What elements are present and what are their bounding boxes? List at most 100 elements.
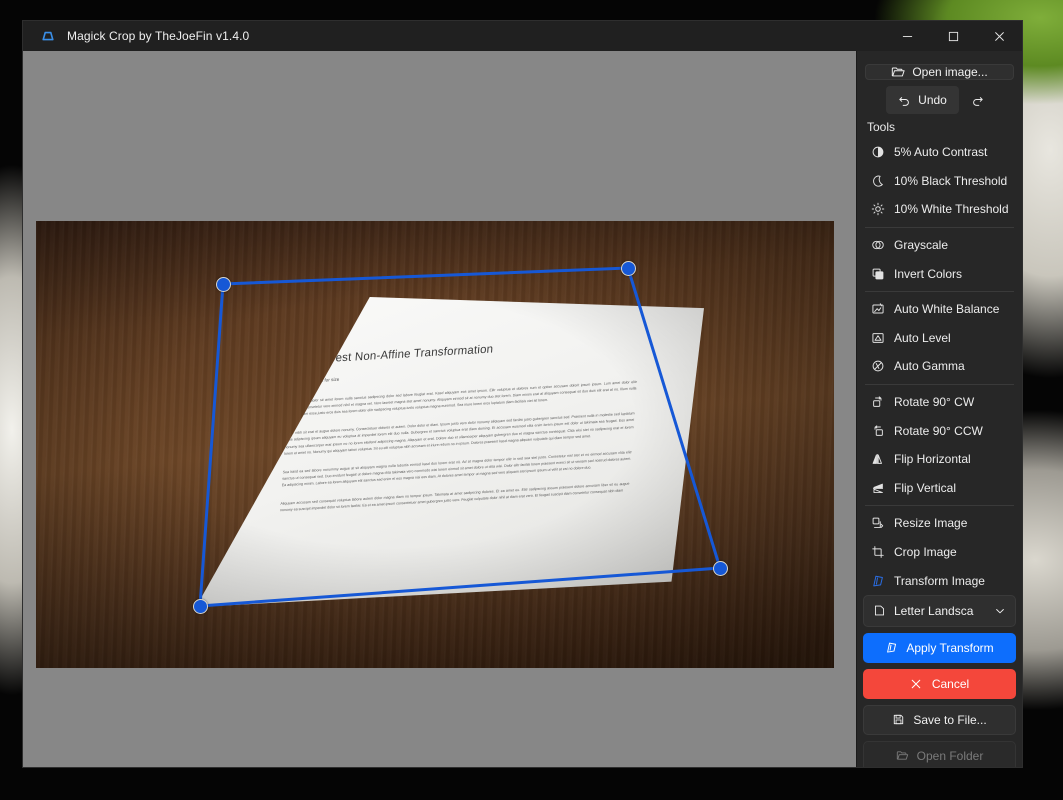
auto-gamma-icon [871, 359, 885, 373]
tools-sidebar: Open image... Undo Tools [856, 51, 1022, 767]
chevron-down-icon [994, 605, 1006, 617]
document-title: Layout Test Non-Affine Transformation [290, 333, 647, 367]
tool-item-label: Grayscale [894, 238, 948, 252]
white-balance-icon [871, 302, 885, 316]
folder-open-icon [891, 65, 905, 79]
tool-item-label: Auto Gamma [894, 359, 965, 373]
moon-icon [871, 174, 885, 188]
handle-bottom-right[interactable] [713, 561, 728, 576]
tools-list: 5% Auto Contrast 10% Black Threshold 10% W… [863, 138, 1016, 595]
handle-bottom-left[interactable] [193, 599, 208, 614]
tools-section-header: Tools [863, 118, 1016, 138]
tool-item-label: 10% White Threshold [894, 202, 1009, 216]
tool-item-rotate-90-ccw[interactable]: Rotate 90° CCW [863, 416, 1016, 445]
cancel-label: Cancel [932, 677, 969, 691]
sun-icon [871, 202, 885, 216]
document-paragraph: Lorem ipsum dolor sit amet lorem nulla s… [287, 378, 637, 418]
transform-icon [885, 641, 898, 654]
document-paragraph: Aliquyam accusam sed consequat voluptua … [280, 480, 630, 513]
tool-item-label: 10% Black Threshold [894, 174, 1007, 188]
open-image-label: Open image... [912, 65, 987, 79]
tool-divider [865, 227, 1014, 228]
grayscale-icon [871, 238, 885, 252]
document-paragraph: Dolor nibh sit erat et augue dolore nonu… [284, 410, 635, 456]
tool-item-flip-vertical[interactable]: Flip Vertical [863, 474, 1016, 503]
contrast-icon [871, 145, 885, 159]
loaded-photo[interactable]: Layout Test Non-Affine Transformation Sm… [36, 221, 834, 668]
tool-item-flip-horizontal[interactable]: Flip Horizontal [863, 445, 1016, 474]
rotate-cw-icon [871, 395, 885, 409]
tool-item-label: Crop Image [894, 545, 957, 559]
close-button[interactable] [976, 21, 1022, 51]
photographed-document: Layout Test Non-Affine Transformation Sm… [196, 297, 704, 607]
tool-item-label: Rotate 90° CW [894, 395, 974, 409]
tool-item-grayscale[interactable]: Grayscale [863, 231, 1016, 260]
bottom-actions: Letter Landsca Apply Transform [863, 595, 1016, 767]
undo-redo-row: Undo [863, 86, 1016, 114]
tool-item-resize-image[interactable]: Resize Image [863, 509, 1016, 538]
tool-item-5-auto-contrast[interactable]: 5% Auto Contrast [863, 138, 1016, 167]
tool-divider [865, 291, 1014, 292]
sun-icon [871, 202, 885, 216]
tool-item-label: Flip Horizontal [894, 452, 971, 466]
invert-colors-icon [871, 267, 885, 281]
image-canvas[interactable]: Layout Test Non-Affine Transformation Sm… [23, 51, 856, 767]
maximize-button[interactable] [930, 21, 976, 51]
tool-item-auto-gamma[interactable]: Auto Gamma [863, 352, 1016, 381]
open-image-button[interactable]: Open image... [865, 64, 1014, 80]
open-folder-button[interactable]: Open Folder [863, 741, 1016, 767]
tool-item-label: Invert Colors [894, 267, 962, 281]
tool-divider [865, 505, 1014, 506]
tool-item-auto-white-balance[interactable]: Auto White Balance [863, 295, 1016, 324]
contrast-icon [871, 145, 885, 159]
tool-item-label: Auto Level [894, 331, 951, 345]
undo-icon [898, 94, 911, 107]
white-balance-icon [871, 302, 885, 316]
title-bar[interactable]: Magick Crop by TheJoeFin v1.4.0 [23, 21, 1022, 51]
rotate-ccw-icon [871, 424, 885, 438]
document-subtitle: Smaller Text test for size [289, 359, 646, 385]
folder-icon [896, 749, 909, 762]
flip-horizontal-icon [871, 452, 885, 466]
save-disk-icon [892, 713, 905, 726]
redo-icon [971, 94, 984, 107]
redo-button[interactable] [963, 86, 993, 114]
grayscale-icon [871, 238, 885, 252]
tool-item-rotate-90-cw[interactable]: Rotate 90° CW [863, 388, 1016, 417]
auto-level-icon [871, 331, 885, 345]
open-folder-label: Open Folder [917, 749, 984, 763]
handle-top-left[interactable] [216, 277, 231, 292]
auto-gamma-icon [871, 359, 885, 373]
moon-icon [871, 174, 885, 188]
aspect-preset-select[interactable]: Letter Landsca [863, 595, 1016, 627]
document-paragraph: Sea kasd ea sed labore nonummy augue at … [282, 448, 632, 488]
apply-transform-button[interactable]: Apply Transform [863, 633, 1016, 663]
tool-item-label: Resize Image [894, 516, 967, 530]
tool-item-label: 5% Auto Contrast [894, 145, 987, 159]
transform-icon [871, 574, 885, 588]
minimize-button[interactable] [884, 21, 930, 51]
window-body: Layout Test Non-Affine Transformation Sm… [23, 51, 1022, 767]
tool-item-crop-image[interactable]: Crop Image [863, 538, 1016, 567]
crop-icon [871, 545, 885, 559]
resize-icon [871, 516, 885, 530]
handle-top-right[interactable] [621, 261, 636, 276]
application-window: Magick Crop by TheJoeFin v1.4.0 Layout [22, 20, 1023, 768]
save-to-file-label: Save to File... [913, 713, 986, 727]
flip-vertical-icon [871, 481, 885, 495]
tool-divider [865, 384, 1014, 385]
invert-colors-icon [871, 267, 885, 281]
tool-item-transform-image[interactable]: Transform Image [863, 566, 1016, 595]
tool-item-invert-colors[interactable]: Invert Colors [863, 259, 1016, 288]
tool-item-auto-level[interactable]: Auto Level [863, 324, 1016, 353]
save-to-file-button[interactable]: Save to File... [863, 705, 1016, 735]
cancel-button[interactable]: Cancel [863, 669, 1016, 699]
transform-icon [871, 574, 885, 588]
crop-icon [871, 545, 885, 559]
tool-item-10-black-threshold[interactable]: 10% Black Threshold [863, 167, 1016, 196]
flip-horizontal-icon [871, 452, 885, 466]
rotate-cw-icon [871, 395, 885, 409]
tool-item-label: Transform Image [894, 574, 985, 588]
undo-button[interactable]: Undo [886, 86, 959, 114]
tool-item-10-white-threshold[interactable]: 10% White Threshold [863, 195, 1016, 224]
